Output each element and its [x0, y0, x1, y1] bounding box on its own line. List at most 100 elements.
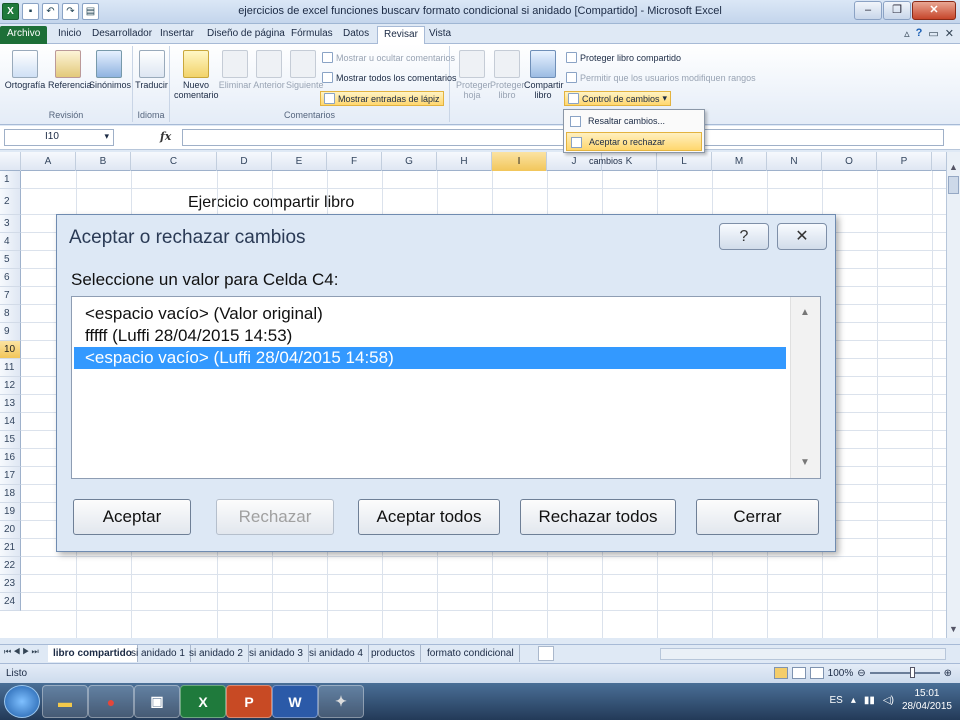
row-header-8[interactable]: 8: [0, 305, 21, 323]
tab-datos[interactable]: Datos: [337, 26, 375, 44]
tab-inicio[interactable]: Inicio: [52, 26, 87, 44]
column-header-o[interactable]: O: [822, 152, 877, 171]
sheet-tab[interactable]: si anidado 3: [244, 645, 309, 662]
row-header-15[interactable]: 15: [0, 431, 21, 449]
sheet-tab[interactable]: productos: [366, 645, 421, 662]
column-header-b[interactable]: B: [76, 152, 131, 171]
rechazar-todos-button[interactable]: Rechazar todos: [520, 499, 676, 535]
scroll-up-icon[interactable]: ▲: [949, 162, 958, 172]
row-header-21[interactable]: 21: [0, 539, 21, 557]
row-header-12[interactable]: 12: [0, 377, 21, 395]
column-header-e[interactable]: E: [272, 152, 327, 171]
rechazar-button[interactable]: Rechazar: [216, 499, 334, 535]
tray-expand-icon[interactable]: ▴: [851, 695, 856, 706]
insert-sheet-icon[interactable]: [538, 646, 554, 661]
row-header-6[interactable]: 6: [0, 269, 21, 287]
zoom-level[interactable]: 100%: [828, 668, 854, 679]
maximize-button[interactable]: ❐: [883, 1, 911, 20]
eliminar-button[interactable]: Eliminar: [218, 50, 252, 90]
vertical-scrollbar[interactable]: ▲ ▼: [946, 152, 960, 638]
column-header-a[interactable]: A: [21, 152, 76, 171]
sheet-tab[interactable]: si anidado 4: [304, 645, 369, 662]
close-window-button[interactable]: ✕: [912, 1, 956, 20]
traducir-button[interactable]: Traducir: [135, 50, 168, 90]
row-header-14[interactable]: 14: [0, 413, 21, 431]
aceptar-button[interactable]: Aceptar: [73, 499, 191, 535]
row-header-19[interactable]: 19: [0, 503, 21, 521]
explorer-taskbar-icon[interactable]: ▬: [42, 685, 88, 718]
row-header-23[interactable]: 23: [0, 575, 21, 593]
column-header-c[interactable]: C: [131, 152, 217, 171]
tab-vista[interactable]: Vista: [423, 26, 457, 44]
mostrar-ocultar-button[interactable]: Mostrar u ocultar comentarios: [322, 52, 455, 63]
column-header-m[interactable]: M: [712, 152, 767, 171]
tab-desarrollador[interactable]: Desarrollador: [86, 26, 158, 44]
column-header-n[interactable]: N: [767, 152, 822, 171]
scroll-up-icon[interactable]: ▲: [800, 307, 810, 318]
column-header-d[interactable]: D: [217, 152, 272, 171]
proteger-hoja-button[interactable]: Proteger hoja: [456, 50, 491, 100]
mostrar-todos-button[interactable]: Mostrar todos los comentarios: [322, 72, 457, 83]
row-header-24[interactable]: 24: [0, 593, 21, 611]
siguiente-button[interactable]: Siguiente: [286, 50, 324, 90]
chrome-taskbar-icon[interactable]: ●: [88, 685, 134, 718]
ribbon-collapse-icon[interactable]: ▵: [904, 27, 910, 40]
row-header-16[interactable]: 16: [0, 449, 21, 467]
help-icon[interactable]: ?: [916, 27, 923, 40]
dialog-close-button[interactable]: ✕: [777, 223, 827, 250]
cerrar-button[interactable]: Cerrar: [696, 499, 819, 535]
insert-function-icon[interactable]: fx: [160, 130, 171, 143]
normal-view-icon[interactable]: [773, 667, 788, 679]
row-header-17[interactable]: 17: [0, 467, 21, 485]
row-header-1[interactable]: 1: [0, 171, 21, 189]
list-item[interactable]: <espacio vacío> (Valor original): [74, 303, 786, 325]
row-header-11[interactable]: 11: [0, 359, 21, 377]
volume-icon[interactable]: ◁): [883, 695, 894, 706]
dialog-help-button[interactable]: ?: [719, 223, 769, 250]
row-header-3[interactable]: 3: [0, 215, 21, 233]
tab-revisar[interactable]: Revisar: [377, 26, 425, 44]
row-header-22[interactable]: 22: [0, 557, 21, 575]
sheet-tab[interactable]: libro compartido: [48, 645, 138, 662]
control-cambios-button[interactable]: Control de cambios ▾: [564, 91, 672, 106]
sinonimos-button[interactable]: Sinónimos: [89, 50, 131, 90]
compartir-libro-button[interactable]: Compartir libro: [524, 50, 564, 100]
proteger-compartido-button[interactable]: Proteger libro compartido: [566, 52, 681, 63]
tab-archivo[interactable]: Archivo: [0, 26, 48, 44]
listbox-scrollbar[interactable]: ▲ ▼: [790, 297, 820, 478]
select-all-corner[interactable]: [0, 152, 21, 171]
list-item-selected[interactable]: <espacio vacío> (Luffi 28/04/2015 14:58): [74, 347, 786, 369]
language-indicator[interactable]: ES: [830, 695, 843, 706]
clock[interactable]: 15:01 28/04/2015: [902, 687, 952, 713]
sheet-nav-arrows-icon[interactable]: ⏮◀▶⏭: [4, 647, 41, 657]
app-taskbar-icon[interactable]: ▣: [134, 685, 180, 718]
sheet-tab[interactable]: formato condicional: [422, 645, 520, 662]
row-header-13[interactable]: 13: [0, 395, 21, 413]
sheet-tab[interactable]: si anidado 2: [184, 645, 249, 662]
permitir-button[interactable]: Permitir que los usuarios modifiquen ran…: [566, 72, 756, 83]
sheet-tab[interactable]: si anidado 1: [126, 645, 191, 662]
scroll-thumb[interactable]: [948, 176, 959, 194]
restore-workbook-icon[interactable]: ▭: [928, 27, 938, 40]
mostrar-entradas-button[interactable]: Mostrar entradas de lápiz: [320, 91, 444, 106]
anterior-button[interactable]: Anterior: [252, 50, 286, 90]
network-icon[interactable]: ▮▮: [864, 695, 875, 706]
word-taskbar-icon[interactable]: W: [272, 685, 318, 718]
values-listbox[interactable]: <espacio vacío> (Valor original) fffff (…: [71, 296, 821, 479]
horizontal-scrollbar[interactable]: [660, 648, 946, 660]
powerpoint-taskbar-icon[interactable]: P: [226, 685, 272, 718]
row-header-10[interactable]: 10: [0, 341, 21, 359]
tool-taskbar-icon[interactable]: ✦: [318, 685, 364, 718]
page-break-view-icon[interactable]: [809, 667, 824, 679]
row-header-4[interactable]: 4: [0, 233, 21, 251]
row-header-2[interactable]: 2: [0, 189, 21, 215]
scroll-down-icon[interactable]: ▼: [800, 457, 810, 468]
proteger-libro-button[interactable]: Proteger libro: [490, 50, 525, 100]
row-header-5[interactable]: 5: [0, 251, 21, 269]
zoom-in-icon[interactable]: ⊕: [944, 668, 952, 679]
tab-diseno-pagina[interactable]: Diseño de página: [201, 26, 291, 44]
row-header-9[interactable]: 9: [0, 323, 21, 341]
page-layout-view-icon[interactable]: [791, 667, 806, 679]
column-header-i[interactable]: I: [492, 152, 547, 171]
row-header-20[interactable]: 20: [0, 521, 21, 539]
